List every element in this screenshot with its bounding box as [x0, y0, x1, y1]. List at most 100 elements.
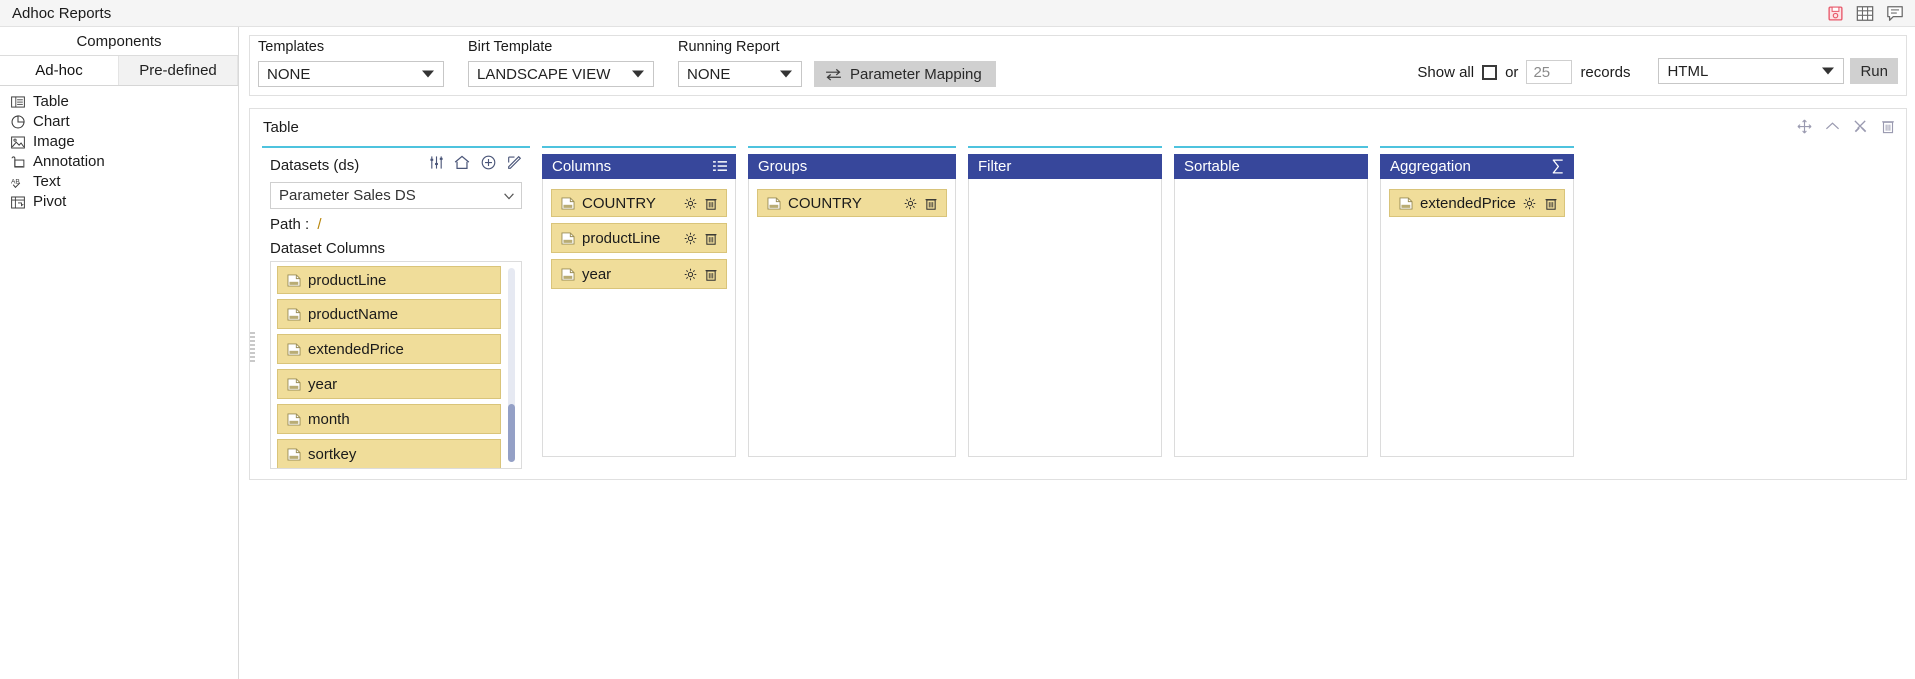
trash-icon[interactable] — [704, 231, 718, 245]
running-report-value: NONE — [687, 65, 731, 83]
aggregation-panel-body[interactable]: extendedPrice — [1380, 179, 1574, 457]
dataset-list-scrollbar-thumb[interactable] — [508, 404, 515, 462]
home-icon[interactable] — [454, 154, 470, 170]
sidebar-item-pivot[interactable]: Pivot — [0, 192, 238, 212]
list-item-label: COUNTRY — [582, 194, 656, 212]
tab-ad-hoc[interactable]: Ad-hoc — [0, 56, 119, 85]
dataset-select[interactable]: Parameter Sales DS — [270, 182, 522, 209]
move-icon[interactable] — [1796, 118, 1812, 134]
dataset-columns-list: productLine productName extendedPrice ye… — [270, 261, 522, 469]
list-item-label: extendedPrice — [308, 340, 404, 358]
output-format-select[interactable]: HTML — [1658, 58, 1845, 84]
list-item[interactable]: year — [551, 259, 727, 289]
grid-table-icon[interactable] — [1855, 3, 1875, 23]
filter-panel-body[interactable] — [968, 179, 1162, 457]
list-item[interactable]: extendedPrice — [1389, 189, 1565, 217]
dataset-columns-label: Dataset Columns — [270, 240, 386, 257]
or-label: or — [1505, 63, 1519, 81]
sidebar-item-label: Image — [33, 133, 75, 150]
templates-select[interactable]: NONE — [258, 61, 444, 87]
sidebar-item-annotation[interactable]: Annotation — [0, 152, 238, 172]
comment-icon[interactable] — [1885, 3, 1905, 23]
sortable-panel-header: Sortable — [1174, 154, 1368, 179]
sortable-panel-body[interactable] — [1174, 179, 1368, 457]
list-item[interactable]: COUNTRY — [757, 189, 947, 217]
column-field-icon — [286, 307, 301, 322]
column-field-icon — [286, 412, 301, 427]
columns-panel-body[interactable]: COUNTRY productLine year — [542, 179, 736, 457]
tools-icon[interactable] — [1852, 118, 1868, 134]
chevron-down-icon — [632, 70, 644, 78]
list-item[interactable]: COUNTRY — [551, 189, 727, 217]
panel-splitter-handle[interactable] — [249, 330, 256, 366]
records-label: records — [1580, 63, 1631, 81]
column-field-icon — [560, 196, 575, 211]
birt-template-field: Birt Template LANDSCAPE VIEW — [468, 39, 654, 87]
gear-icon[interactable] — [683, 267, 697, 281]
templates-value: NONE — [267, 65, 311, 83]
chevron-down-icon — [504, 192, 514, 202]
save-report-icon[interactable] — [1825, 3, 1845, 23]
collapse-chevron-icon[interactable] — [1824, 118, 1840, 134]
report-card-header: Table — [250, 109, 1906, 146]
list-item-label: extendedPrice — [1420, 194, 1516, 212]
gear-icon[interactable] — [903, 196, 917, 210]
gear-icon[interactable] — [1523, 196, 1537, 210]
running-report-field: Running Report NONE Parameter Mapping — [678, 39, 996, 87]
column-field-icon — [560, 267, 575, 282]
tab-pre-defined-label: Pre-defined — [139, 62, 217, 79]
dataset-path: Path : / — [270, 216, 522, 233]
exchange-arrows-icon — [825, 68, 842, 81]
report-toolbar: Templates NONE Birt Template LANDSCAPE V… — [249, 35, 1907, 96]
list-item-actions — [683, 196, 718, 210]
list-item-label: year — [308, 375, 338, 393]
trash-icon[interactable] — [924, 196, 938, 210]
list-item[interactable]: productName — [277, 299, 501, 329]
list-item-label: year — [582, 265, 612, 283]
birt-template-select[interactable]: LANDSCAPE VIEW — [468, 61, 654, 87]
list-item[interactable]: sortkey — [277, 439, 501, 468]
run-button[interactable]: Run — [1850, 58, 1898, 84]
chevron-down-icon — [780, 70, 792, 78]
gear-icon[interactable] — [683, 231, 697, 245]
trash-icon[interactable] — [704, 267, 718, 281]
list-item[interactable]: productLine — [277, 266, 501, 294]
parameter-mapping-label: Parameter Mapping — [850, 65, 982, 83]
groups-panel-title: Groups — [758, 158, 808, 175]
dataset-path-value: / — [317, 216, 322, 233]
report-title: Table — [263, 119, 299, 136]
records-input[interactable] — [1526, 60, 1573, 84]
filter-panel-header: Filter — [968, 154, 1162, 179]
templates-field: Templates NONE — [258, 39, 444, 87]
list-item[interactable]: year — [277, 369, 501, 399]
table-icon — [10, 94, 26, 110]
columns-panel-title: Columns — [552, 158, 612, 175]
delete-icon[interactable] — [1880, 118, 1896, 134]
tab-pre-defined[interactable]: Pre-defined — [119, 56, 238, 85]
report-panels: Datasets (ds) Parameter Sales DS Path: … — [249, 146, 1906, 469]
main-content: Templates NONE Birt Template LANDSCAPE V… — [239, 27, 1915, 679]
groups-panel-body[interactable]: COUNTRY — [748, 179, 956, 457]
annotation-icon — [10, 154, 26, 170]
parameter-mapping-button[interactable]: Parameter Mapping — [814, 61, 996, 87]
show-all-checkbox[interactable] — [1482, 64, 1498, 80]
edit-square-icon[interactable] — [506, 154, 522, 170]
sidebar-item-chart[interactable]: Chart — [0, 112, 238, 132]
sliders-icon[interactable] — [428, 154, 444, 170]
gear-icon[interactable] — [683, 196, 697, 210]
list-item[interactable]: month — [277, 404, 501, 434]
column-field-icon — [766, 196, 781, 211]
aggregation-panel-title: Aggregation — [1390, 158, 1471, 175]
running-report-select[interactable]: NONE — [678, 61, 802, 87]
list-item[interactable]: extendedPrice — [277, 334, 501, 364]
trash-icon[interactable] — [704, 196, 718, 210]
sidebar-item-table[interactable]: Table — [0, 92, 238, 112]
sidebar-item-image[interactable]: Image — [0, 132, 238, 152]
sigma-icon[interactable] — [1549, 158, 1566, 175]
list-lines-icon[interactable] — [711, 158, 728, 175]
sidebar-item-text[interactable]: AB Text — [0, 172, 238, 192]
trash-icon[interactable] — [1544, 196, 1558, 210]
list-item-actions — [683, 231, 718, 245]
plus-circle-icon[interactable] — [480, 154, 496, 170]
list-item[interactable]: productLine — [551, 223, 727, 253]
